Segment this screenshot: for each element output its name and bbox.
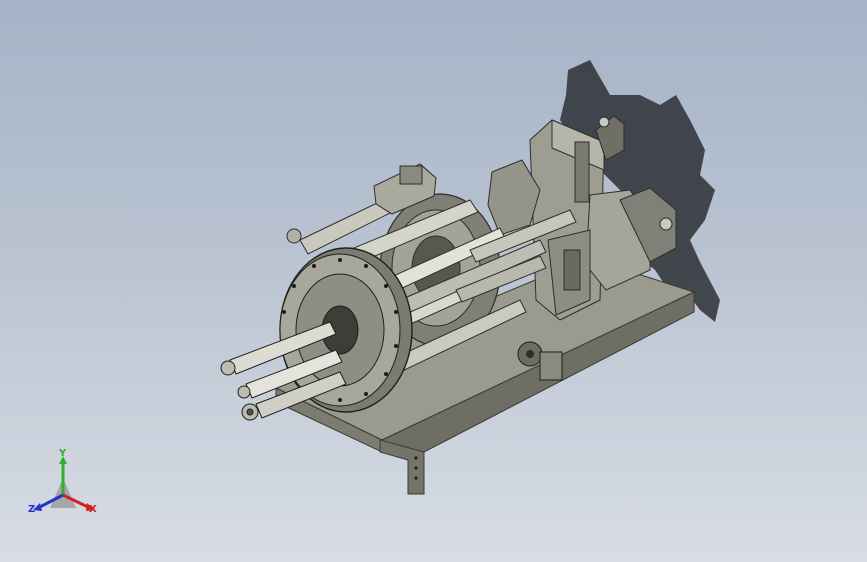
machine-assembly-model[interactable] [0, 0, 867, 562]
x-axis-label: X [89, 504, 97, 515]
triad-axes-icon [33, 456, 95, 511]
y-axis-label: Y [59, 448, 67, 459]
cad-viewport[interactable]: Y X Z [0, 0, 867, 562]
z-axis-label: Z [28, 504, 36, 515]
orientation-triad: Y X Z [20, 448, 110, 528]
